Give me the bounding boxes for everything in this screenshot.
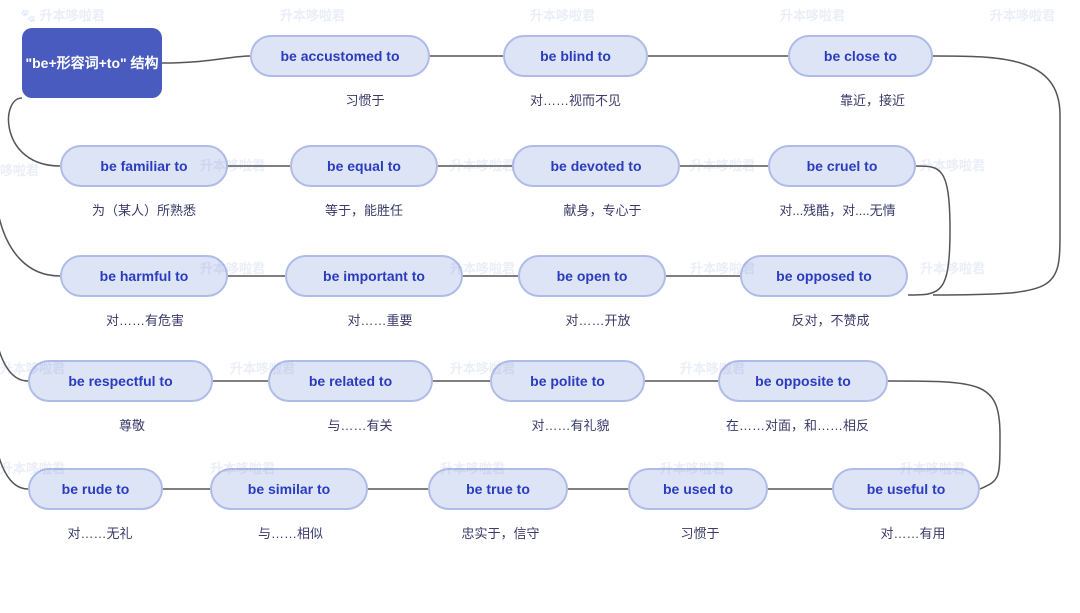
node-equal: be equal to	[290, 145, 438, 187]
label-close: 靠近，接近	[800, 90, 945, 109]
node-used: be used to	[628, 468, 768, 510]
node-rude: be rude to	[28, 468, 163, 510]
watermark: 升本哆啦君	[450, 155, 515, 174]
label-rude: 对……无礼	[35, 523, 165, 542]
label-familiar: 为（某人）所熟悉	[60, 200, 228, 219]
node-related: be related to	[268, 360, 433, 402]
title-node: "be+形容词+to" 结构	[22, 28, 162, 98]
watermark: 🐾 升本哆啦君	[20, 5, 105, 24]
node-similar: be similar to	[210, 468, 368, 510]
node-useful: be useful to	[832, 468, 980, 510]
node-opposite: be opposite to	[718, 360, 888, 402]
watermark: 升本哆啦君	[530, 5, 595, 24]
node-open: be open to	[518, 255, 666, 297]
node-respectful: be respectful to	[28, 360, 213, 402]
watermark: 升本哆啦君	[920, 155, 985, 174]
watermark: 哆啦君	[0, 160, 39, 179]
watermark: 升本哆啦君	[920, 258, 985, 277]
label-related: 与……有关	[295, 415, 425, 434]
node-blind: be blind to	[503, 35, 648, 77]
label-accustomed: 习惯于	[295, 90, 435, 109]
node-devoted: be devoted to	[512, 145, 680, 187]
label-devoted: 献身，专心于	[520, 200, 685, 219]
node-accustomed: be accustomed to	[250, 35, 430, 77]
label-cruel: 对...残酷，对....无情	[745, 200, 930, 219]
watermark: 升本哆啦君	[280, 5, 345, 24]
node-polite: be polite to	[490, 360, 645, 402]
diagram: 🐾 升本哆啦君 升本哆啦君 升本哆啦君 升本哆啦君 升本哆啦君 哆啦君 升本哆啦…	[0, 0, 1080, 613]
node-opposed: be opposed to	[740, 255, 908, 297]
label-blind: 对……视而不见	[503, 90, 648, 109]
node-familiar: be familiar to	[60, 145, 228, 187]
node-cruel: be cruel to	[768, 145, 916, 187]
label-similar: 与……相似	[218, 523, 363, 542]
label-equal: 等于，能胜任	[290, 200, 438, 219]
label-opposed: 反对，不赞成	[748, 310, 913, 329]
label-true: 忠实于，信守	[428, 523, 573, 542]
label-respectful: 尊敬	[82, 415, 182, 434]
label-open: 对……开放	[528, 310, 668, 329]
label-used: 习惯于	[645, 523, 755, 542]
label-polite: 对……有礼貌	[498, 415, 643, 434]
node-important: be important to	[285, 255, 463, 297]
node-harmful: be harmful to	[60, 255, 228, 297]
node-close: be close to	[788, 35, 933, 77]
watermark: 升本哆啦君	[990, 5, 1055, 24]
watermark: 升本哆啦君	[780, 5, 845, 24]
label-useful: 对……有用	[848, 523, 978, 542]
label-harmful: 对……有危害	[75, 310, 215, 329]
node-true: be true to	[428, 468, 568, 510]
watermark: 升本哆啦君	[690, 155, 755, 174]
label-opposite: 在……对面，和……相反	[695, 415, 900, 434]
label-important: 对……重要	[310, 310, 450, 329]
